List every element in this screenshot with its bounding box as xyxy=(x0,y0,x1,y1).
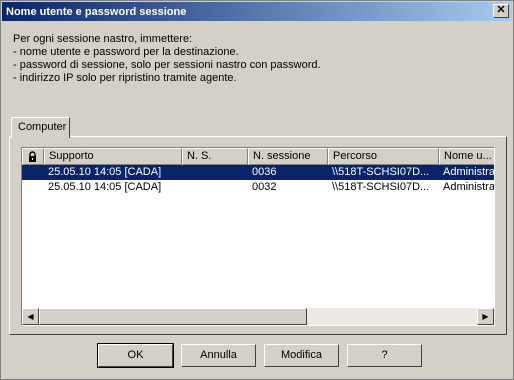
session-cell: 0032 xyxy=(252,181,277,193)
table-row[interactable]: 25.05.10 14:05 [CADA] 0032 \\518T-SCHSI0… xyxy=(22,180,495,195)
instruction-line: - password di sessione, solo per session… xyxy=(13,59,321,71)
title-bar[interactable]: Nome utente e password sessione ✕ xyxy=(2,2,512,21)
column-header-media[interactable]: Supporto xyxy=(44,148,182,165)
instruction-line: - nome utente e password per la destinaz… xyxy=(13,46,239,58)
help-button[interactable]: ? xyxy=(347,344,422,367)
table-row[interactable]: 25.05.10 14:05 [CADA] 0036 \\518T-SCHSI0… xyxy=(22,165,495,180)
scroll-thumb[interactable] xyxy=(39,308,307,325)
serial-cell xyxy=(182,165,248,180)
modify-button[interactable]: Modifica xyxy=(264,344,339,367)
instructions-text: Per ogni sessione nastro, immettere: - n… xyxy=(13,33,493,85)
tab-computer[interactable]: Computer xyxy=(11,117,70,138)
scroll-left-button[interactable]: ◀ xyxy=(22,308,39,325)
serial-cell xyxy=(182,180,248,195)
column-header-serial[interactable]: N. S. xyxy=(182,148,248,165)
column-header-lock[interactable] xyxy=(22,148,44,165)
lock-cell xyxy=(22,180,44,195)
lock-icon xyxy=(29,151,36,162)
horizontal-scrollbar[interactable]: ◀ ▶ xyxy=(22,308,494,325)
instruction-line: - indirizzo IP solo per ripristino trami… xyxy=(13,72,237,84)
username-cell: Administrat xyxy=(443,166,495,178)
media-cell: 25.05.10 14:05 [CADA] xyxy=(48,166,162,178)
close-button[interactable]: ✕ xyxy=(493,4,509,18)
list-rows: 25.05.10 14:05 [CADA] 0036 \\518T-SCHSI0… xyxy=(22,165,495,195)
window-title: Nome utente e password sessione xyxy=(6,5,187,18)
username-cell: Administrat xyxy=(443,181,495,193)
column-header-path[interactable]: Percorso xyxy=(328,148,439,165)
arrow-left-icon: ◀ xyxy=(27,312,34,321)
column-header-username[interactable]: Nome u... xyxy=(439,148,494,165)
sessions-list[interactable]: Supporto N. S. N. sessione Percorso Nome… xyxy=(21,147,495,326)
arrow-right-icon: ▶ xyxy=(482,312,489,321)
cancel-button[interactable]: Annulla xyxy=(181,344,256,367)
ok-button[interactable]: OK xyxy=(97,343,174,368)
media-cell: 25.05.10 14:05 [CADA] xyxy=(48,181,162,193)
path-cell: \\518T-SCHSI07D... xyxy=(332,181,430,193)
close-icon: ✕ xyxy=(496,4,506,16)
tab-label: Computer xyxy=(18,121,67,133)
session-cell: 0036 xyxy=(252,166,277,178)
list-header: Supporto N. S. N. sessione Percorso Nome… xyxy=(22,148,494,165)
column-header-session[interactable]: N. sessione xyxy=(248,148,328,165)
lock-cell xyxy=(22,165,44,180)
dialog-window: Nome utente e password sessione ✕ Per og… xyxy=(0,0,514,380)
path-cell: \\518T-SCHSI07D... xyxy=(332,166,430,178)
scroll-right-button[interactable]: ▶ xyxy=(477,308,494,325)
instruction-line: Per ogni sessione nastro, immettere: xyxy=(13,33,193,45)
